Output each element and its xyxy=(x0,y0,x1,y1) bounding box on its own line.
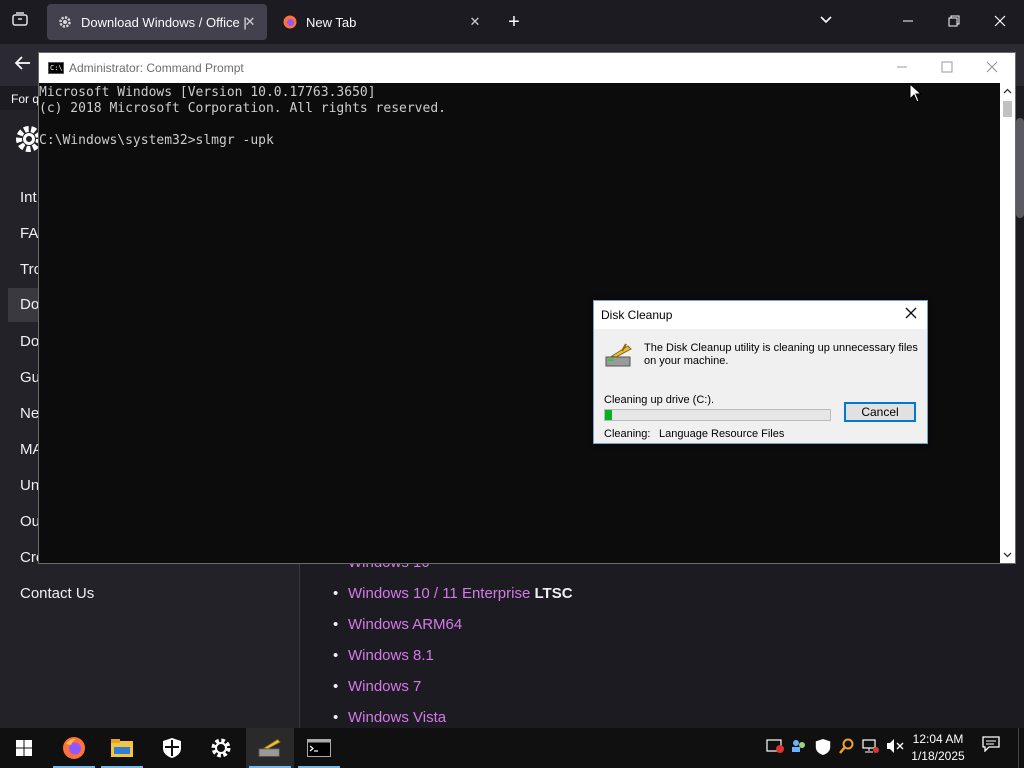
nav-item[interactable]: Do xyxy=(20,333,39,350)
close-icon[interactable] xyxy=(977,8,1023,36)
search-tool-icon[interactable] xyxy=(838,738,856,756)
disk-cleanup-dialog[interactable]: Disk Cleanup The Disk Cleanup utility is… xyxy=(593,300,928,444)
cleanup-progress-bar xyxy=(604,409,831,421)
os-link[interactable]: • Windows Vista xyxy=(333,709,446,726)
clock-date: 1/18/2025 xyxy=(911,749,965,763)
tab-close-icon[interactable]: ✕ xyxy=(466,13,484,31)
cancel-button[interactable]: Cancel xyxy=(844,402,916,422)
gear-icon xyxy=(57,14,73,30)
progress-fill xyxy=(605,410,612,420)
taskbar-file-explorer[interactable] xyxy=(98,728,146,768)
console-line: (c) 2018 Microsoft Corporation. All righ… xyxy=(39,101,446,116)
cleaning-item: Language Resource Files xyxy=(659,428,785,440)
settings-icon xyxy=(211,738,231,758)
system-clock[interactable]: 12:04 AM 1/18/2025 xyxy=(906,731,970,765)
start-button[interactable] xyxy=(0,728,48,768)
chevron-down-icon[interactable] xyxy=(814,12,838,32)
tab-title: Download Windows / Office | M xyxy=(81,14,249,30)
new-tab-button[interactable]: + xyxy=(502,10,526,34)
taskbar-settings[interactable] xyxy=(197,728,245,768)
taskbar: 12:04 AM 1/18/2025 xyxy=(0,728,1024,768)
disk-cleanup-icon xyxy=(258,739,281,757)
command-prompt-icon xyxy=(307,739,331,757)
command-prompt-icon: C:\ xyxy=(48,62,64,74)
close-icon[interactable] xyxy=(901,305,921,325)
console-line: Microsoft Windows [Version 10.0.17763.36… xyxy=(39,85,376,100)
minimize-icon[interactable] xyxy=(885,8,931,36)
dialog-message: The Disk Cleanup utility is cleaning up … xyxy=(644,342,918,367)
dialog-title: Disk Cleanup xyxy=(601,308,673,322)
close-icon[interactable] xyxy=(969,53,1015,83)
cmd-scrollbar[interactable] xyxy=(1000,83,1015,563)
firefox-icon xyxy=(282,14,298,30)
file-explorer-icon xyxy=(111,739,133,757)
maximize-icon[interactable] xyxy=(924,53,970,83)
security-shield-icon[interactable] xyxy=(814,738,832,756)
disk-cleanup-icon xyxy=(604,343,634,369)
os-link[interactable]: • Windows 8.1 xyxy=(333,647,434,664)
nav-item[interactable]: Gu xyxy=(20,369,40,386)
taskbar-disk-cleanup[interactable] xyxy=(246,728,294,768)
bookmark-text[interactable]: For q xyxy=(11,92,39,106)
scroll-up-icon[interactable] xyxy=(1000,83,1015,99)
page-scrollbar[interactable] xyxy=(1016,118,1024,218)
tab-download-windows[interactable]: Download Windows / Office | M ✕ xyxy=(47,4,267,40)
firefox-icon xyxy=(63,737,85,759)
tray-app-icon[interactable] xyxy=(766,738,784,756)
volume-muted-icon[interactable] xyxy=(886,738,904,756)
restore-icon[interactable] xyxy=(931,8,977,36)
os-link[interactable]: • Windows ARM64 xyxy=(333,616,462,633)
nav-item[interactable]: Un xyxy=(20,477,39,494)
cleaning-label: Cleaning: xyxy=(604,428,651,440)
tab-close-icon[interactable]: ✕ xyxy=(241,13,259,31)
drive-label: Cleaning up drive (C:). xyxy=(604,394,715,406)
cmd-title-bar[interactable]: C:\ Administrator: Command Prompt xyxy=(39,53,1015,83)
network-icon[interactable] xyxy=(862,738,880,756)
taskbar-firefox[interactable] xyxy=(50,728,98,768)
windows-security-icon xyxy=(163,738,181,758)
browser-tab-bar: Download Windows / Office | M ✕ New Tab … xyxy=(0,0,1024,44)
nav-item-contact-us[interactable]: Contact Us xyxy=(20,585,94,602)
show-desktop-button[interactable] xyxy=(1018,728,1024,768)
clock-time: 12:04 AM xyxy=(912,732,964,746)
tab-title: New Tab xyxy=(306,14,357,30)
os-link-bold: LTSC xyxy=(534,585,573,602)
console-command-line: C:\Windows\system32>slmgr -upk xyxy=(39,133,274,148)
taskbar-command-prompt[interactable] xyxy=(295,728,343,768)
nav-item[interactable]: Ou xyxy=(20,513,40,530)
nav-item[interactable]: Ne xyxy=(20,405,39,422)
tab-new-tab[interactable]: New Tab ✕ xyxy=(272,4,492,40)
dialog-title-bar[interactable]: Disk Cleanup xyxy=(594,301,927,329)
tab-overview-icon[interactable] xyxy=(8,11,32,33)
os-link[interactable]: • Windows 10 / 11 Enterprise LTSC xyxy=(333,585,573,602)
minimize-icon[interactable] xyxy=(879,53,925,83)
scroll-down-icon[interactable] xyxy=(1000,547,1015,563)
nav-item[interactable]: Int xyxy=(20,189,37,206)
notification-center-icon[interactable] xyxy=(978,736,1004,760)
network-people-icon[interactable] xyxy=(790,738,808,756)
os-link[interactable]: • Windows 7 xyxy=(333,678,421,695)
back-arrow-icon[interactable] xyxy=(10,52,36,78)
scroll-thumb[interactable] xyxy=(1003,101,1012,117)
cmd-title: Administrator: Command Prompt xyxy=(69,61,244,75)
mouse-cursor-icon xyxy=(909,82,923,103)
taskbar-windows-security[interactable] xyxy=(148,728,196,768)
